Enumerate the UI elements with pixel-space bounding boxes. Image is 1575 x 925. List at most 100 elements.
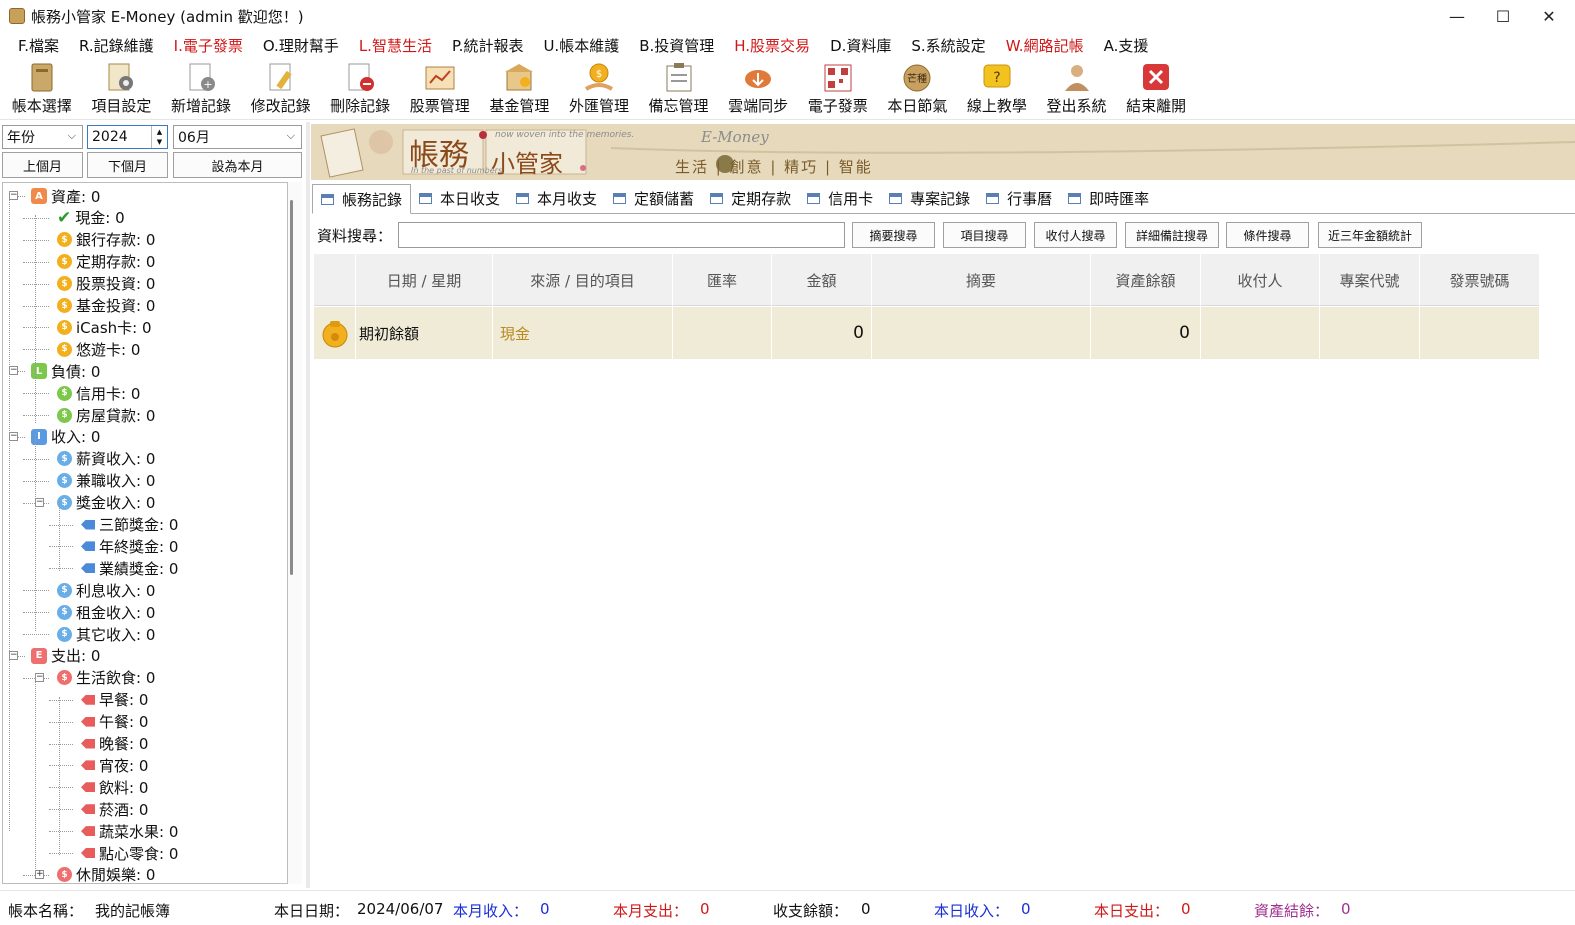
menu-item[interactable]: F.檔案 bbox=[8, 35, 69, 56]
menu-item[interactable]: O.理財幫手 bbox=[253, 35, 349, 56]
menu-item[interactable]: S.系統設定 bbox=[901, 35, 995, 56]
tree-item[interactable]: $ 獎金收入: 0 bbox=[57, 492, 155, 514]
tree-item[interactable]: L 負債: 0 bbox=[31, 360, 100, 382]
toolbar-button[interactable]: 修改記錄 bbox=[241, 60, 321, 120]
tab-6[interactable]: 專案記錄 bbox=[881, 183, 978, 213]
menu-item[interactable]: H.股票交易 bbox=[724, 35, 820, 56]
tree-item[interactable]: 蔬菜水果: 0 bbox=[81, 820, 178, 842]
tree-scrollbar-thumb[interactable] bbox=[290, 200, 293, 575]
maximize-button[interactable]: ☐ bbox=[1480, 0, 1526, 32]
tree-item[interactable]: 年終獎金: 0 bbox=[81, 535, 178, 557]
search-button[interactable]: 詳細備註搜尋 bbox=[1125, 222, 1219, 248]
search-input[interactable] bbox=[398, 222, 845, 248]
column-header[interactable]: 匯率 bbox=[673, 254, 772, 306]
expand-collapse-icon[interactable]: − bbox=[9, 366, 18, 376]
tree-item[interactable]: $ 其它收入: 0 bbox=[57, 623, 155, 645]
search-button[interactable]: 條件搜尋 bbox=[1226, 222, 1309, 248]
search-button[interactable]: 項目搜尋 bbox=[943, 222, 1026, 248]
column-header[interactable]: 發票號碼 bbox=[1420, 254, 1540, 306]
spin-arrows-icon[interactable]: ▲ ▼ bbox=[151, 126, 167, 148]
menu-item[interactable]: U.帳本維護 bbox=[533, 35, 629, 56]
toolbar-button[interactable]: 基金管理 bbox=[480, 60, 560, 120]
tree-item[interactable]: $ 股票投資: 0 bbox=[57, 273, 155, 295]
tree-item[interactable]: $ 銀行存款: 0 bbox=[57, 229, 155, 251]
tree-item[interactable]: $ 生活飲食: 0 bbox=[57, 667, 155, 689]
toolbar-button[interactable]: $ 外匯管理 bbox=[559, 60, 639, 120]
column-header[interactable]: 摘要 bbox=[872, 254, 1091, 306]
tab-0[interactable]: 帳務記錄 bbox=[312, 184, 412, 214]
column-header[interactable]: 金額 bbox=[772, 254, 872, 306]
tree-item[interactable]: E 支出: 0 bbox=[31, 645, 100, 667]
menu-item[interactable]: R.記錄維護 bbox=[69, 35, 164, 56]
menu-item[interactable]: P.統計報表 bbox=[442, 35, 533, 56]
column-header[interactable] bbox=[314, 254, 356, 306]
month-select[interactable]: 06月 ⌵ bbox=[173, 125, 302, 149]
menu-item[interactable]: L.智慧生活 bbox=[349, 35, 442, 56]
tab-5[interactable]: 信用卡 bbox=[799, 183, 881, 213]
tree-item[interactable]: 早餐: 0 bbox=[81, 689, 148, 711]
account-tree[interactable]: A 資產: 0 − ✔ 現金: 0 $ 銀行存款: 0 $ 定期存款: 0 $ 股票投資: 0 $ 基金… bbox=[2, 182, 288, 884]
expand-collapse-icon[interactable]: − bbox=[35, 672, 44, 682]
search-button[interactable]: 近三年金額統計 bbox=[1318, 222, 1422, 248]
toolbar-button[interactable]: 結束離開 bbox=[1116, 60, 1196, 120]
tree-item[interactable]: $ 租金收入: 0 bbox=[57, 601, 155, 623]
tree-item[interactable]: 晚餐: 0 bbox=[81, 733, 148, 755]
tab-8[interactable]: 即時匯率 bbox=[1060, 183, 1157, 213]
toolbar-button[interactable]: 芒種 本日節氣 bbox=[878, 60, 958, 120]
toolbar-button[interactable]: 登出系統 bbox=[1037, 60, 1117, 120]
expand-collapse-icon[interactable]: − bbox=[9, 650, 18, 660]
prev-month-button[interactable]: 上個月 bbox=[2, 152, 83, 178]
menu-item[interactable]: B.投資管理 bbox=[629, 35, 724, 56]
tree-item[interactable]: A 資產: 0 bbox=[31, 185, 100, 207]
toolbar-button[interactable]: + 新增記錄 bbox=[161, 60, 241, 120]
table-row[interactable]: 期初餘額 現金 0 0 bbox=[314, 307, 1540, 359]
toolbar-button[interactable]: 雲端同步 bbox=[718, 60, 798, 120]
tab-7[interactable]: 行事曆 bbox=[978, 183, 1060, 213]
tab-3[interactable]: 定額儲蓄 bbox=[605, 183, 702, 213]
toolbar-button[interactable]: 刪除記錄 bbox=[320, 60, 400, 120]
expand-collapse-icon[interactable]: − bbox=[9, 431, 18, 441]
toolbar-button[interactable]: 備忘管理 bbox=[639, 60, 719, 120]
tree-item[interactable]: 飲料: 0 bbox=[81, 776, 148, 798]
tree-item[interactable]: ✔ 現金: 0 bbox=[57, 207, 125, 229]
tree-item[interactable]: $ 薪資收入: 0 bbox=[57, 448, 155, 470]
toolbar-button[interactable]: 帳本選擇 bbox=[2, 60, 82, 120]
tab-1[interactable]: 本日收支 bbox=[411, 183, 508, 213]
tab-4[interactable]: 定期存款 bbox=[702, 183, 799, 213]
column-header[interactable]: 專案代號 bbox=[1320, 254, 1420, 306]
tree-item[interactable]: 菸酒: 0 bbox=[81, 798, 148, 820]
tree-item[interactable]: I 收入: 0 bbox=[31, 426, 100, 448]
toolbar-button[interactable]: 股票管理 bbox=[400, 60, 480, 120]
column-header[interactable]: 日期 / 星期 bbox=[356, 254, 493, 306]
toolbar-button[interactable]: ? 線上教學 bbox=[957, 60, 1037, 120]
column-header[interactable]: 資產餘額 bbox=[1091, 254, 1201, 306]
tree-item[interactable]: $ iCash卡: 0 bbox=[57, 316, 152, 338]
column-header[interactable]: 收付人 bbox=[1201, 254, 1320, 306]
next-month-button[interactable]: 下個月 bbox=[87, 152, 168, 178]
search-button[interactable]: 收付人搜尋 bbox=[1034, 222, 1117, 248]
tree-item[interactable]: $ 兼職收入: 0 bbox=[57, 470, 155, 492]
tree-item[interactable]: $ 定期存款: 0 bbox=[57, 251, 155, 273]
panel-splitter[interactable] bbox=[306, 122, 310, 888]
expand-collapse-icon[interactable]: − bbox=[35, 497, 44, 507]
year-stepper[interactable]: 2024 ▲ ▼ bbox=[87, 125, 168, 149]
tree-item[interactable]: $ 休閒娛樂: 0 bbox=[57, 864, 155, 883]
expand-collapse-icon[interactable]: + bbox=[35, 869, 44, 879]
set-current-month-button[interactable]: 設為本月 bbox=[173, 152, 302, 178]
menu-item[interactable]: D.資料庫 bbox=[820, 35, 901, 56]
close-window-button[interactable]: ✕ bbox=[1526, 0, 1572, 32]
menu-item[interactable]: W.網路記帳 bbox=[996, 35, 1094, 56]
tree-item[interactable]: $ 信用卡: 0 bbox=[57, 382, 140, 404]
menu-item[interactable]: A.支援 bbox=[1094, 35, 1159, 56]
toolbar-button[interactable]: 電子發票 bbox=[798, 60, 878, 120]
tab-2[interactable]: 本月收支 bbox=[508, 183, 605, 213]
tree-item[interactable]: $ 房屋貸款: 0 bbox=[57, 404, 155, 426]
tree-item[interactable]: 三節獎金: 0 bbox=[81, 514, 178, 536]
period-type-select[interactable]: 年份 ⌵ bbox=[2, 125, 83, 149]
tree-item[interactable]: 點心零食: 0 bbox=[81, 842, 178, 864]
tree-item[interactable]: 宵夜: 0 bbox=[81, 754, 148, 776]
tree-item[interactable]: $ 基金投資: 0 bbox=[57, 295, 155, 317]
column-header[interactable]: 來源 / 目的項目 bbox=[493, 254, 673, 306]
menu-item[interactable]: I.電子發票 bbox=[164, 35, 253, 56]
toolbar-button[interactable]: 項目設定 bbox=[82, 60, 162, 120]
